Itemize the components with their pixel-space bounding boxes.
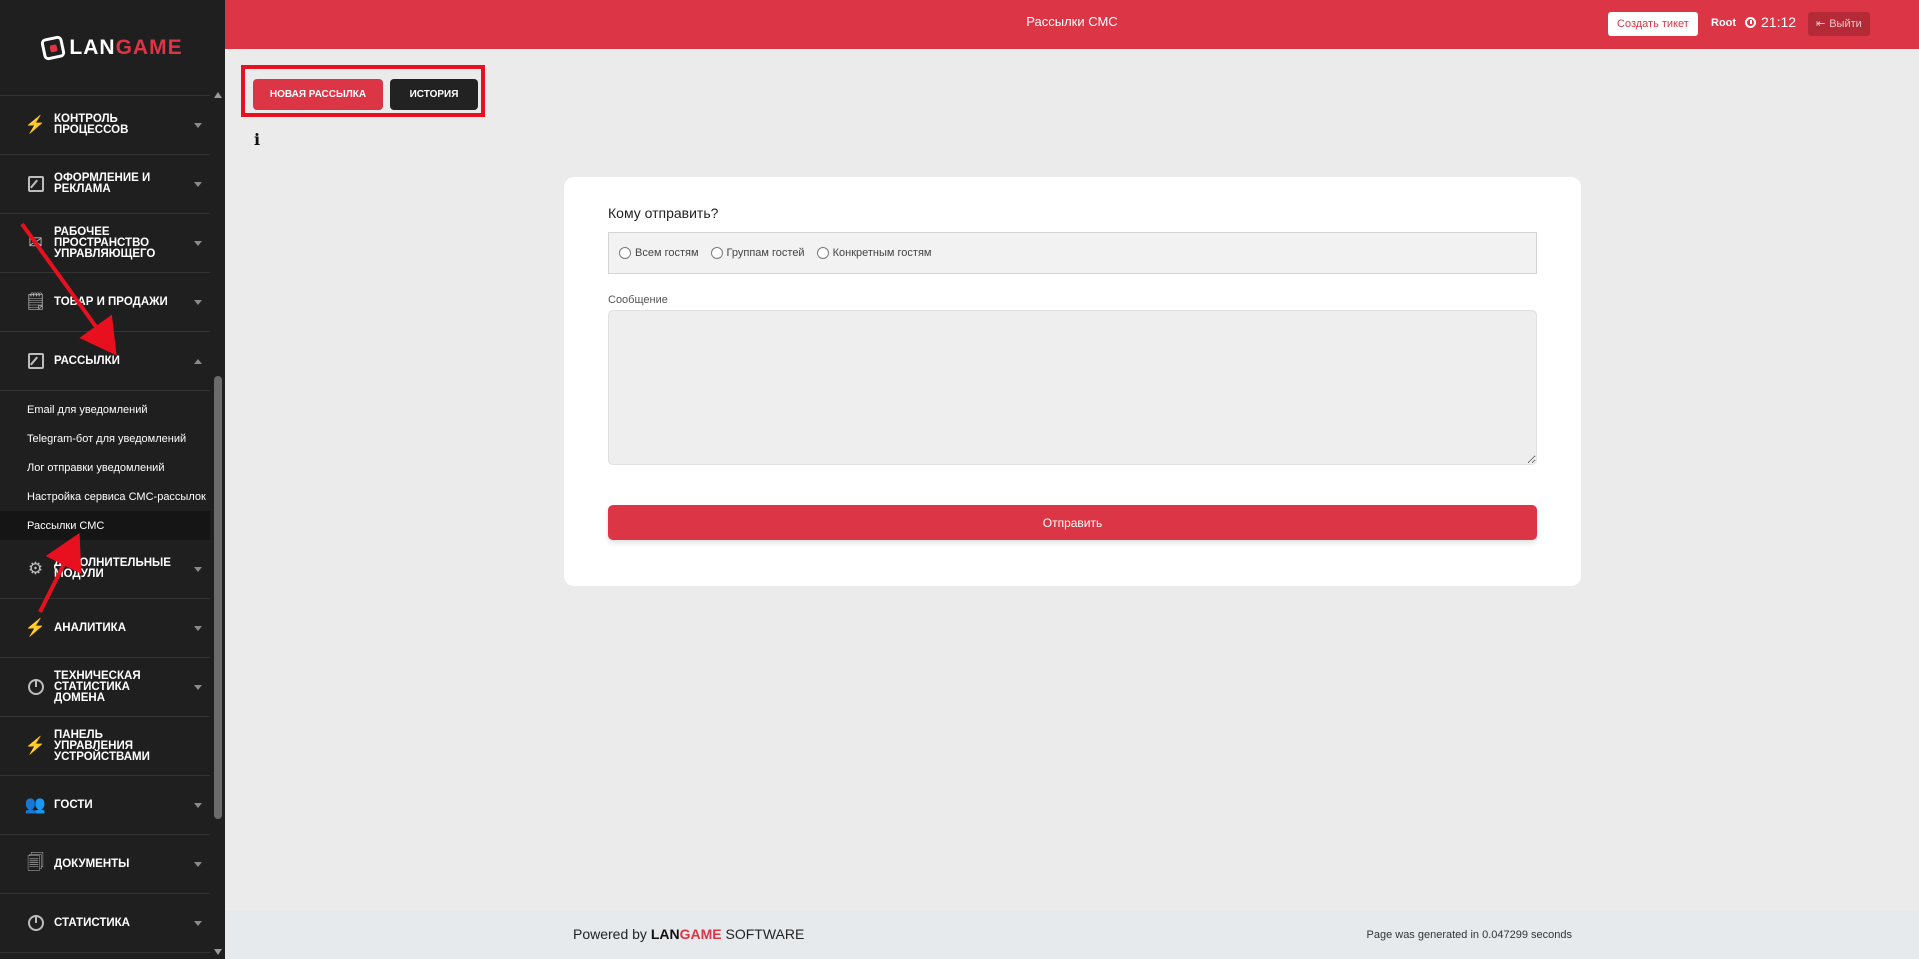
generation-time: Page was generated in 0.047299 seconds: [1366, 929, 1573, 941]
chevron-down-icon: [194, 921, 202, 926]
chevron-down-icon: [194, 862, 202, 867]
sidebar-item-goods-sales[interactable]: 🗒 Товар и продажи: [0, 273, 210, 332]
powered-by: Powered by LANGAME SOFTWARE: [573, 926, 805, 942]
tab-history[interactable]: История: [390, 79, 478, 110]
recipients-question: Кому отправить?: [608, 205, 719, 221]
note-icon: 🗒: [24, 292, 47, 311]
lightning-icon: ⚡: [24, 618, 47, 637]
message-textarea[interactable]: [608, 310, 1537, 465]
edit-square-icon: [26, 175, 45, 194]
submenu-item-sms-mailings[interactable]: Рассылки СМС: [0, 511, 210, 540]
chevron-down-icon: [194, 300, 202, 305]
submenu-item-email[interactable]: Email для уведомлений: [0, 395, 210, 424]
lightning-icon: ⚡: [24, 115, 47, 134]
chevron-down-icon: [194, 182, 202, 187]
user-name: Root: [1711, 17, 1737, 29]
chevron-down-icon: [194, 626, 202, 631]
pie-chart-icon: [26, 678, 45, 697]
sidebar-item-analytics[interactable]: ⚡ Аналитика: [0, 599, 210, 658]
radio-circle[interactable]: [619, 247, 631, 259]
radio-specific-guests[interactable]: Конкретным гостям: [816, 247, 931, 259]
logout-icon: ⇤: [1816, 18, 1826, 30]
footer: Powered by LANGAME SOFTWARE Page was gen…: [225, 911, 1919, 959]
info-icon[interactable]: i: [254, 130, 260, 149]
clock: 21:12: [1745, 14, 1796, 30]
tab-new-mailing[interactable]: Новая рассылка: [253, 79, 383, 110]
document-icon: 🗐: [27, 852, 44, 872]
sidebar-menu: ⚡ Контроль процессов Оформление и реклам…: [0, 96, 210, 959]
langame-logo[interactable]: LANGAME: [0, 0, 225, 96]
sidebar-item-guests[interactable]: 👥 Гости: [0, 776, 210, 835]
pie-chart-icon: [26, 914, 45, 933]
send-button[interactable]: Отправить: [608, 505, 1537, 540]
sidebar-item-statistics[interactable]: Статистика: [0, 894, 210, 953]
chevron-down-icon: [194, 123, 202, 128]
message-label: Сообщение: [608, 294, 668, 306]
chevron-down-icon: [194, 685, 202, 690]
create-ticket-button[interactable]: Создать тикет: [1608, 12, 1698, 36]
clock-time: 21:12: [1761, 14, 1797, 30]
submenu-item-log[interactable]: Лог отправки уведомлений: [0, 453, 210, 482]
chevron-down-icon: [194, 241, 202, 246]
logo-icon: [40, 34, 67, 61]
logout-button[interactable]: ⇤ Выйти: [1808, 12, 1870, 36]
chevron-up-icon: [194, 359, 202, 364]
top-bar: Рассылки СМС Создать тикет Root 21:12 ⇤ …: [225, 0, 1919, 49]
chevron-down-icon: [194, 803, 202, 808]
sidebar-item-design-ads[interactable]: Оформление и реклама: [0, 155, 210, 214]
radio-guest-groups[interactable]: Группам гостей: [710, 247, 805, 259]
logout-label: Выйти: [1829, 18, 1862, 30]
clock-icon: [1745, 16, 1756, 28]
sidebar-item-documents[interactable]: 🗐 Документы: [0, 835, 210, 894]
users-icon: 👥: [24, 795, 47, 814]
sidebar-item-extra-modules[interactable]: ⚙ Дополнительные модули: [0, 540, 210, 599]
sidebar-item-manager-workspace[interactable]: ✉ Рабочее пространство управляющего: [0, 214, 210, 273]
tabs-highlight-frame: Новая рассылка История: [241, 65, 485, 117]
submenu-item-sms-settings[interactable]: Настройка сервиса СМС-рассылок: [0, 482, 210, 511]
scroll-down-arrow-icon[interactable]: [214, 949, 222, 955]
radio-circle[interactable]: [816, 247, 829, 259]
submenu-item-telegram[interactable]: Telegram-бот для уведомлений: [0, 424, 210, 453]
sidebar-item-devices-panel[interactable]: ⚡ Панель управления устройствами: [0, 717, 210, 776]
radio-all-guests[interactable]: Всем гостям: [619, 247, 699, 259]
chevron-down-icon: [194, 567, 202, 572]
sms-form-card: Кому отправить? Всем гостям Группам гост…: [564, 177, 1581, 586]
scrollbar-thumb[interactable]: [214, 376, 222, 819]
gear-icon: ⚙: [27, 559, 44, 578]
sidebar: LANGAME ⚡ Контроль процессов Оформление …: [0, 0, 225, 959]
edit-square-icon: [26, 352, 45, 371]
sidebar-item-process-control[interactable]: ⚡ Контроль процессов: [0, 96, 210, 155]
mailings-submenu: Email для уведомлений Telegram-бот для у…: [0, 391, 210, 540]
scroll-up-arrow-icon[interactable]: [214, 92, 222, 98]
envelope-icon: ✉: [28, 233, 43, 252]
recipients-radio-group: Всем гостям Группам гостей Конкретным го…: [608, 232, 1537, 274]
sidebar-scrollbar[interactable]: [210, 88, 225, 959]
lightning-icon: ⚡: [24, 736, 47, 755]
sidebar-item-domain-stats[interactable]: Техническая статистика домена: [0, 658, 210, 717]
sidebar-item-mailings[interactable]: Рассылки: [0, 332, 210, 391]
radio-circle[interactable]: [710, 247, 723, 259]
